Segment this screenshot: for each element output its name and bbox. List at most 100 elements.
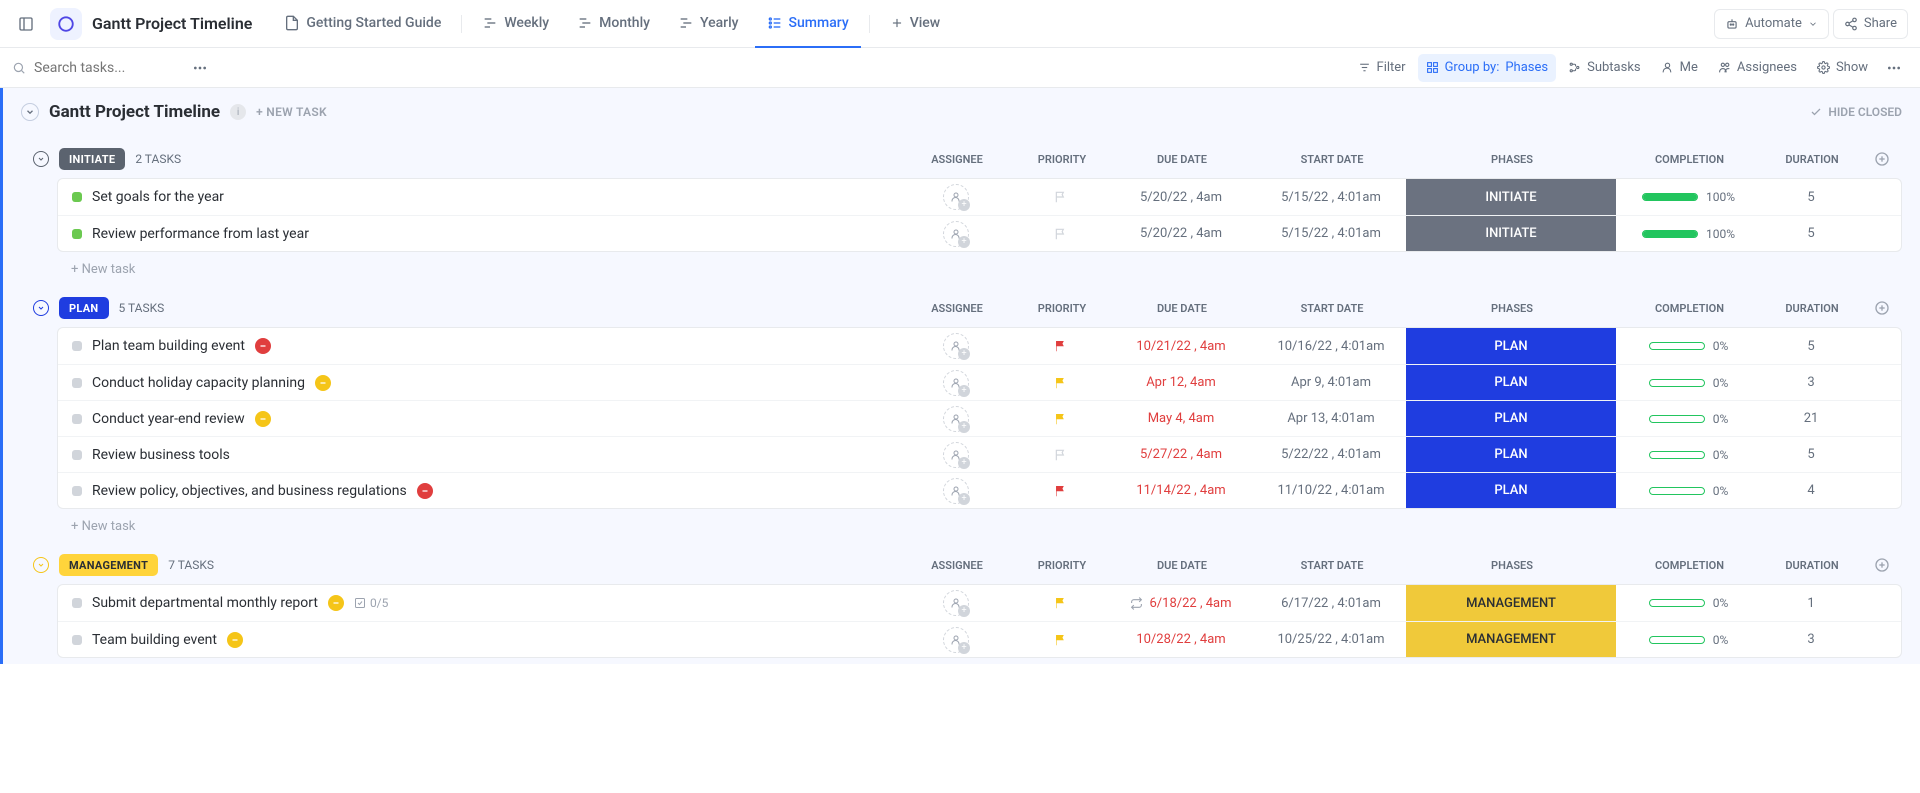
search-input[interactable] [34,60,174,76]
due-date-cell[interactable]: 6/18/22 , 4am [1106,596,1256,611]
phase-cell[interactable]: PLAN [1406,401,1616,436]
info-icon[interactable]: i [230,104,246,120]
start-date-cell[interactable]: 11/10/22 , 4:01am [1256,483,1406,498]
task-name[interactable]: Conduct year-end review [92,411,245,427]
priority-cell[interactable] [1016,339,1106,353]
collapse-group-icon[interactable] [33,300,49,316]
search-input-wrap[interactable] [12,60,174,76]
task-row[interactable]: Submit departmental monthly report 0/5 +… [58,585,1901,621]
assignee-cell[interactable]: + [896,478,1016,504]
duration-cell[interactable]: 3 [1761,632,1861,647]
task-name[interactable]: Review performance from last year [92,226,309,242]
start-date-cell[interactable]: Apr 13, 4:01am [1256,411,1406,426]
col-startdate[interactable]: START DATE [1257,559,1407,572]
automate-button[interactable]: Automate [1714,9,1829,39]
col-assignee[interactable]: ASSIGNEE [897,153,1017,166]
new-task-row[interactable]: + New task [33,511,1902,538]
task-row[interactable]: Conduct holiday capacity planning + Apr … [58,364,1901,400]
task-name[interactable]: Set goals for the year [92,189,224,205]
priority-cell[interactable] [1016,227,1106,241]
add-column-icon[interactable] [1862,557,1902,573]
due-date-cell[interactable]: 10/21/22 , 4am [1106,339,1256,354]
new-task-button[interactable]: + NEW TASK [256,105,327,119]
priority-cell[interactable] [1016,190,1106,204]
task-name[interactable]: Team building event [92,632,217,648]
task-row[interactable]: Review policy, objectives, and business … [58,472,1901,508]
due-date-cell[interactable]: 5/20/22 , 4am [1106,226,1256,241]
col-priority[interactable]: PRIORITY [1017,153,1107,166]
assignee-cell[interactable]: + [896,442,1016,468]
duration-cell[interactable]: 5 [1761,339,1861,354]
col-assignee[interactable]: ASSIGNEE [897,302,1017,315]
add-column-icon[interactable] [1862,151,1902,167]
phase-cell[interactable]: PLAN [1406,365,1616,400]
start-date-cell[interactable]: 5/22/22 , 4:01am [1256,447,1406,462]
assignee-cell[interactable]: + [896,370,1016,396]
more-options-icon[interactable] [186,54,214,82]
col-startdate[interactable]: START DATE [1257,153,1407,166]
collapse-group-icon[interactable] [33,151,49,167]
duration-cell[interactable]: 3 [1761,375,1861,390]
priority-cell[interactable] [1016,596,1106,610]
col-phases[interactable]: PHASES [1407,559,1617,572]
start-date-cell[interactable]: 6/17/22 , 4:01am [1256,596,1406,611]
col-duration[interactable]: DURATION [1762,153,1862,166]
tab-getting-started[interactable]: Getting Started Guide [272,0,453,48]
task-name[interactable]: Review business tools [92,447,230,463]
phase-cell[interactable]: INITIATE [1406,179,1616,215]
phase-cell[interactable]: PLAN [1406,328,1616,364]
assignee-cell[interactable]: + [896,184,1016,210]
new-task-row[interactable]: + New task [33,254,1902,281]
collapse-list-icon[interactable] [21,103,39,121]
subtasks-button[interactable]: Subtasks [1560,54,1649,82]
collapse-group-icon[interactable] [33,557,49,573]
col-duedate[interactable]: DUE DATE [1107,559,1257,572]
completion-cell[interactable]: 100% [1616,227,1761,241]
assignee-cell[interactable]: + [896,627,1016,653]
completion-cell[interactable]: 0% [1616,376,1761,390]
me-button[interactable]: Me [1653,54,1706,82]
col-priority[interactable]: PRIORITY [1017,302,1107,315]
duration-cell[interactable]: 5 [1761,190,1861,205]
completion-cell[interactable]: 0% [1616,339,1761,353]
status-square-icon[interactable] [72,635,82,645]
due-date-cell[interactable]: 11/14/22 , 4am [1106,483,1256,498]
status-square-icon[interactable] [72,450,82,460]
completion-cell[interactable]: 0% [1616,633,1761,647]
priority-cell[interactable] [1016,448,1106,462]
col-completion[interactable]: COMPLETION [1617,559,1762,572]
status-square-icon[interactable] [72,341,82,351]
duration-cell[interactable]: 1 [1761,596,1861,611]
priority-cell[interactable] [1016,412,1106,426]
task-name[interactable]: Plan team building event [92,338,245,354]
task-row[interactable]: Set goals for the year + 5/20/22 , 4am 5… [58,179,1901,215]
col-completion[interactable]: COMPLETION [1617,153,1762,166]
phase-cell[interactable]: PLAN [1406,437,1616,472]
groupby-button[interactable]: Group by: Phases [1418,54,1557,82]
task-row[interactable]: Team building event + 10/28/22 , 4am 10/… [58,621,1901,657]
status-square-icon[interactable] [72,378,82,388]
task-row[interactable]: Conduct year-end review + May 4, 4am Apr… [58,400,1901,436]
col-duration[interactable]: DURATION [1762,559,1862,572]
due-date-cell[interactable]: 5/27/22 , 4am [1106,447,1256,462]
tab-summary[interactable]: Summary [755,0,861,48]
add-view-button[interactable]: View [878,0,953,48]
completion-cell[interactable]: 0% [1616,484,1761,498]
task-row[interactable]: Review performance from last year + 5/20… [58,215,1901,251]
col-priority[interactable]: PRIORITY [1017,559,1107,572]
priority-cell[interactable] [1016,376,1106,390]
completion-cell[interactable]: 0% [1616,596,1761,610]
assignee-cell[interactable]: + [896,406,1016,432]
due-date-cell[interactable]: 10/28/22 , 4am [1106,632,1256,647]
filter-button[interactable]: Filter [1350,54,1414,82]
overflow-icon[interactable] [1880,54,1908,82]
sidebar-toggle-icon[interactable] [12,10,40,38]
phase-cell[interactable]: MANAGEMENT [1406,622,1616,657]
col-phases[interactable]: PHASES [1407,153,1617,166]
share-button[interactable]: Share [1833,9,1908,39]
duration-cell[interactable]: 4 [1761,483,1861,498]
task-row[interactable]: Review business tools + 5/27/22 , 4am 5/… [58,436,1901,472]
start-date-cell[interactable]: 5/15/22 , 4:01am [1256,190,1406,205]
due-date-cell[interactable]: May 4, 4am [1106,411,1256,426]
col-duedate[interactable]: DUE DATE [1107,153,1257,166]
